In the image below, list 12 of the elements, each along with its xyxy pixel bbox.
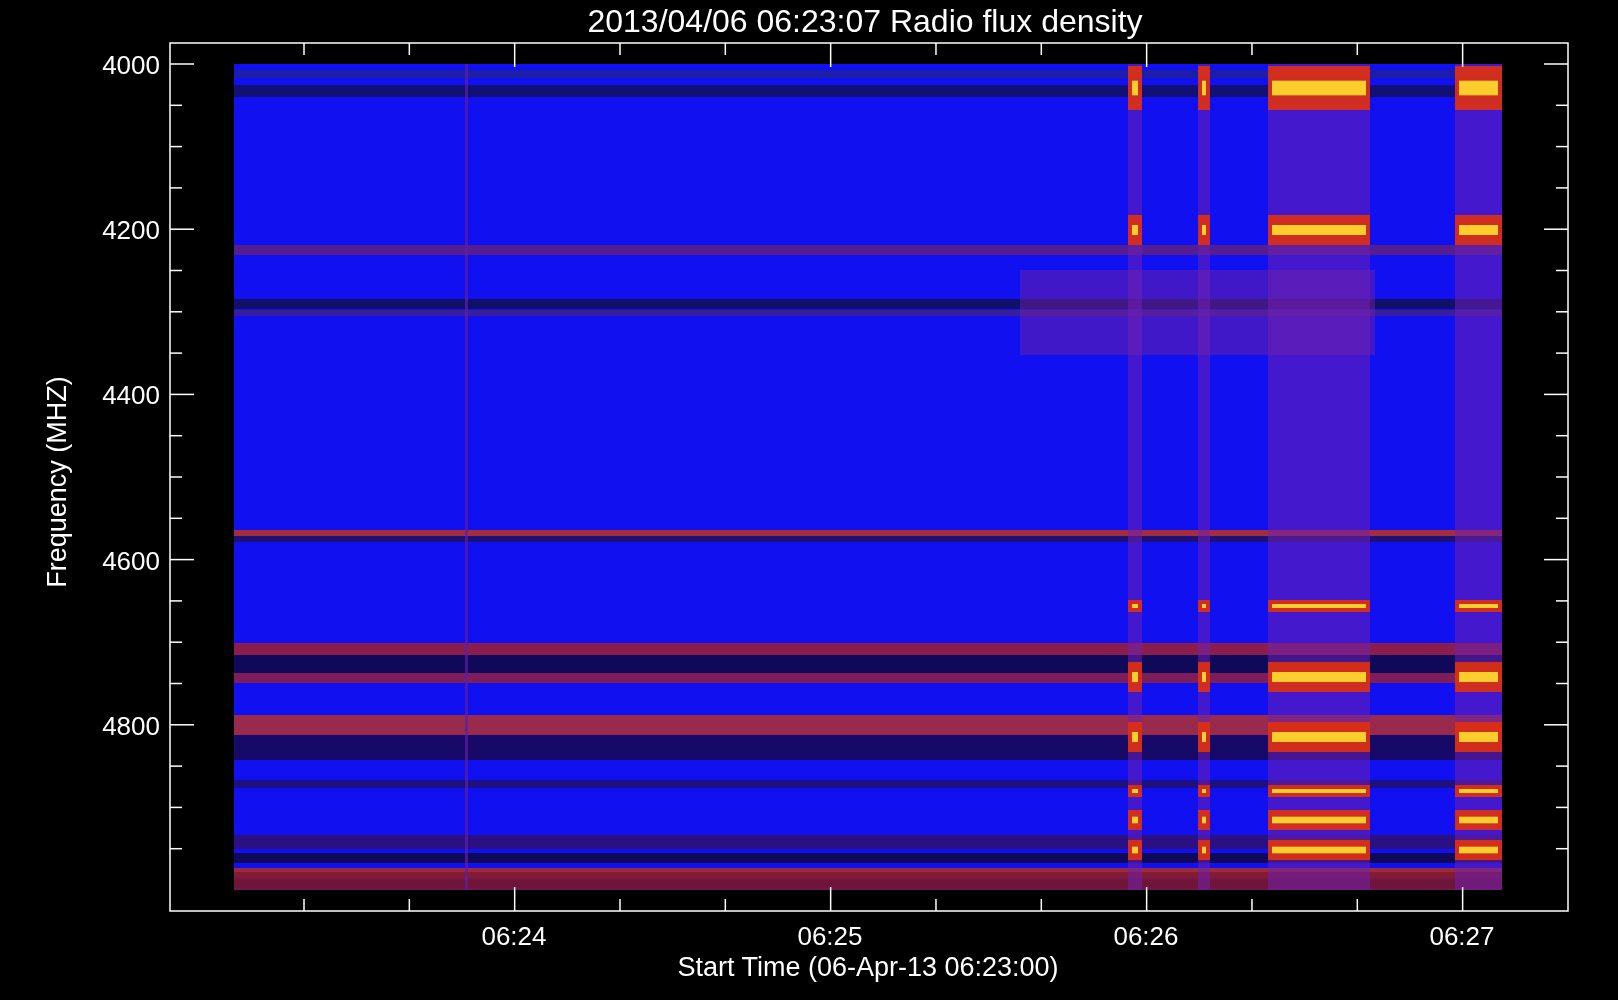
y-tick-label: 4200	[102, 215, 160, 246]
y-tick-label: 4800	[102, 710, 160, 741]
x-tick-label: 06:25	[797, 921, 863, 951]
x-tick-label: 06:26	[1113, 921, 1179, 951]
y-tick-label: 4400	[102, 380, 160, 411]
chart-title: 2013/04/06 06:23:07 Radio flux density	[587, 3, 1143, 39]
x-tick-label: 06:27	[1429, 921, 1495, 951]
y-axis-label: Frequency (MHZ)	[42, 376, 72, 588]
x-tick-label: 06:24	[481, 921, 547, 951]
y-tick-label: 4000	[102, 50, 160, 80]
x-axis-label: Start Time (06-Apr-13 06:23:00)	[677, 952, 1059, 982]
y-tick-label: 4600	[102, 545, 160, 576]
